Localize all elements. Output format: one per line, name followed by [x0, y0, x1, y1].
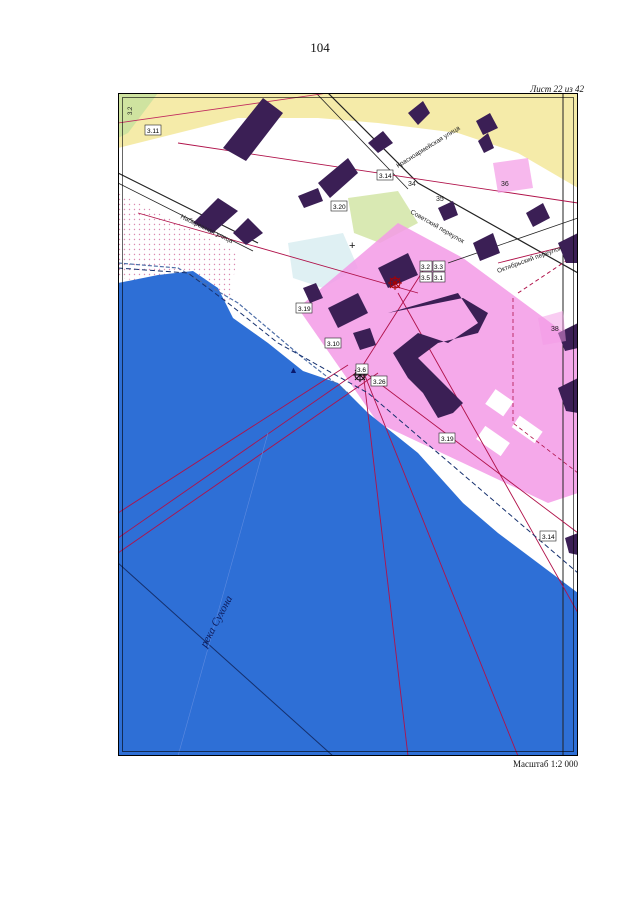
- svg-text:3.11: 3.11: [147, 128, 160, 135]
- page-number: 104: [310, 40, 330, 55]
- svg-text:3.3: 3.3: [434, 264, 443, 271]
- zone-label-3-11: 3.11: [144, 124, 162, 136]
- map-frame[interactable]: ▲ + Набережная улица Красноармейская ули…: [118, 93, 578, 756]
- lot-36: 36: [501, 181, 509, 188]
- zone-label-3-19-b: 3.19: [438, 432, 456, 444]
- zone-label-3-19: 3.19: [295, 302, 313, 314]
- svg-text:3.10: 3.10: [327, 341, 340, 348]
- scale-label: Масштаб 1:2 000: [512, 759, 578, 769]
- survey-cross: +: [349, 240, 355, 252]
- zone-label-3-20: 3.20: [330, 200, 348, 212]
- zone-label-1-14: 3.14: [376, 169, 394, 181]
- lot-34: 34: [408, 181, 416, 188]
- monument-symbol: [388, 276, 402, 290]
- svg-text:3.20: 3.20: [333, 204, 346, 211]
- lot-35: 35: [436, 196, 444, 203]
- zone-label-3-6: 3.6: [355, 363, 369, 375]
- svg-text:3.2: 3.2: [421, 264, 430, 271]
- lot-38: 38: [551, 326, 559, 333]
- triangulation-point: ▲: [289, 365, 298, 375]
- zone-label-3-14: 3.14: [539, 530, 557, 542]
- zone-label-3-2: 3.2: [419, 260, 433, 272]
- svg-text:3.5: 3.5: [421, 275, 430, 282]
- svg-text:3.19: 3.19: [298, 306, 311, 313]
- svg-text:3.14: 3.14: [379, 173, 392, 180]
- svg-text:3.14: 3.14: [542, 534, 555, 541]
- zone-label-3-10: 3.10: [324, 337, 342, 349]
- svg-text:3.19: 3.19: [441, 436, 454, 443]
- svg-text:3.1: 3.1: [434, 275, 443, 282]
- svg-text:3.6: 3.6: [357, 367, 366, 374]
- lot-36-area: [493, 158, 533, 193]
- svg-text:3.26: 3.26: [373, 379, 386, 386]
- zone-label-vertical: 3.2: [128, 106, 134, 115]
- zone-label-3-3: 3.3: [432, 260, 446, 272]
- zone-label-3-5: 3.5: [419, 271, 433, 283]
- zone-label-3-1: 3.1: [432, 271, 446, 283]
- zone-label-3-26: 3.26: [370, 375, 388, 387]
